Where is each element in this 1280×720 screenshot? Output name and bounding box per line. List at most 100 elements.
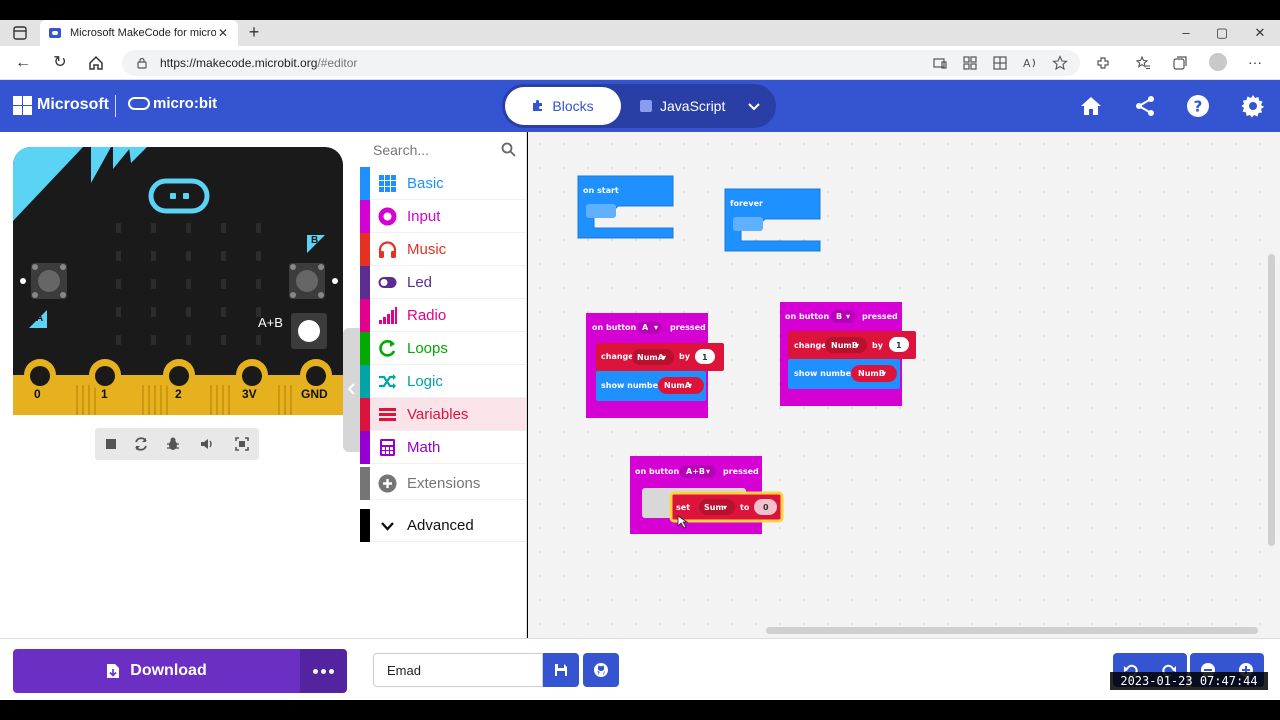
category-color-bar: [360, 430, 370, 464]
category-color-bar: [360, 298, 370, 332]
new-tab-button[interactable]: +: [244, 23, 264, 43]
toolbox-category-radio[interactable]: Radio: [360, 298, 526, 332]
btn-ab-var-dropdown[interactable]: Sum: [704, 503, 724, 512]
back-icon[interactable]: ←: [12, 53, 34, 73]
calculator-icon: [380, 438, 395, 456]
toolbox-category-logic[interactable]: Logic: [360, 364, 526, 398]
profile-avatar[interactable]: [1209, 53, 1227, 71]
btn-b-var-dropdown[interactable]: NumB: [831, 341, 858, 350]
btn-a-var-dropdown[interactable]: NumA: [637, 353, 665, 362]
download-button[interactable]: Download: [13, 649, 300, 693]
svg-text:A: A: [1023, 57, 1031, 70]
collapse-simulator-button[interactable]: [343, 328, 360, 452]
pin-3v-label: 3V: [242, 387, 257, 401]
sim-button-a[interactable]: [31, 397, 67, 433]
category-color-bar: [360, 397, 370, 431]
more-menu-icon[interactable]: ···: [1248, 55, 1264, 71]
on-button-ab-block[interactable]: on button A+B ▾ pressed set Sum ▾ to 0: [630, 456, 784, 534]
on-button-a-block[interactable]: on button A ▾ pressed change NumA ▾ by 1…: [586, 313, 724, 418]
home-icon[interactable]: [1079, 94, 1103, 118]
apps-icon[interactable]: [962, 55, 978, 71]
toolbox-category-music[interactable]: Music: [360, 232, 526, 266]
pin-1-label: 1: [101, 387, 108, 401]
collections-icon[interactable]: [1172, 55, 1188, 71]
category-label: Radio: [407, 306, 447, 324]
svg-text:▾: ▾: [654, 323, 658, 332]
toolbox-category-basic[interactable]: Basic: [360, 166, 526, 200]
refresh-icon[interactable]: ↻: [49, 53, 71, 73]
button-a-label: A: [36, 313, 44, 324]
lock-icon: [137, 57, 147, 69]
loop-icon: [379, 339, 396, 357]
btn-a-pressed: pressed: [670, 323, 706, 332]
blocks-tab[interactable]: Blocks: [505, 87, 621, 125]
puzzle-icon: [533, 100, 543, 111]
toolbox-category-loops[interactable]: Loops: [360, 331, 526, 365]
project-name-input[interactable]: Emad: [373, 653, 543, 687]
read-aloud-icon[interactable]: A: [1022, 55, 1038, 71]
btn-a-change: change: [601, 352, 634, 361]
toolbox-category-math[interactable]: Math: [360, 430, 526, 464]
blocks-workspace[interactable]: on start forever on button A ▾ pressed c…: [528, 132, 1280, 638]
forever-block[interactable]: forever: [724, 188, 821, 252]
browser-tab[interactable]: Microsoft MakeCode for micro:bit ✕: [40, 20, 238, 46]
chevron-down-icon[interactable]: [746, 98, 762, 114]
vertical-scrollbar[interactable]: [1268, 254, 1275, 546]
btn-b-show-var[interactable]: NumB: [858, 369, 885, 378]
tab-close-icon[interactable]: ✕: [216, 26, 230, 40]
svg-text:?: ?: [1194, 98, 1203, 116]
javascript-tab[interactable]: JavaScript: [640, 87, 740, 125]
close-window-button[interactable]: ✕: [1250, 24, 1270, 42]
sound-icon[interactable]: [199, 436, 215, 452]
share-icon[interactable]: [1133, 94, 1157, 118]
editor-footer: Download Emad: [0, 638, 1280, 700]
btn-b-value[interactable]: 1: [896, 341, 902, 350]
debug-icon[interactable]: [165, 436, 181, 452]
btn-a-by: by: [679, 352, 691, 361]
search-icon[interactable]: [501, 142, 516, 157]
sim-button-b[interactable]: [289, 397, 325, 433]
github-button[interactable]: [583, 653, 619, 687]
save-button[interactable]: [543, 653, 579, 687]
btn-a-value[interactable]: 1: [702, 353, 708, 362]
sim-button-ab[interactable]: [291, 447, 327, 483]
toolbox-category-input[interactable]: Input: [360, 199, 526, 233]
maximize-button[interactable]: ▢: [1212, 24, 1232, 42]
home-browser-icon[interactable]: [86, 53, 106, 73]
app-available-icon[interactable]: [932, 55, 948, 71]
chevron-left-icon: [347, 383, 355, 395]
editor-toggle: Blocks JavaScript: [502, 84, 776, 128]
toolbox-category-led[interactable]: Led: [360, 265, 526, 299]
on-start-block[interactable]: on start: [577, 175, 674, 239]
restart-icon[interactable]: [133, 436, 149, 452]
extensions-grid-icon[interactable]: [992, 55, 1008, 71]
browser-extensions-icon[interactable]: [1095, 55, 1111, 71]
help-icon[interactable]: ?: [1186, 94, 1210, 118]
tab-actions-icon[interactable]: [10, 24, 30, 42]
grid-icon: [379, 174, 396, 192]
btn-b-pressed: pressed: [862, 312, 898, 321]
stop-icon[interactable]: [103, 436, 119, 452]
category-label: Basic: [407, 174, 444, 192]
svg-text:▾: ▾: [723, 503, 727, 512]
btn-ab-value[interactable]: 0: [763, 503, 769, 512]
toolbox-category-advanced[interactable]: Advanced: [360, 508, 526, 542]
on-button-b-block[interactable]: on button B ▾ pressed change NumB ▾ by 1…: [780, 302, 916, 406]
horizontal-scrollbar[interactable]: [766, 627, 1258, 634]
category-color-bar: [360, 232, 370, 266]
microbit-logo[interactable]: micro:bit: [128, 95, 217, 112]
fullscreen-icon[interactable]: [234, 436, 250, 452]
category-color-bar: [360, 199, 370, 233]
toolbox-category-variables[interactable]: Variables: [360, 397, 526, 431]
variables-list-icon: [379, 407, 396, 421]
minimize-button[interactable]: –: [1176, 24, 1196, 42]
toolbox-category-extensions[interactable]: Extensions: [360, 466, 526, 500]
favorites-icon[interactable]: [1135, 55, 1151, 71]
download-more-button[interactable]: [300, 649, 347, 693]
favorite-star-icon[interactable]: [1052, 55, 1068, 71]
settings-icon[interactable]: [1241, 94, 1265, 118]
category-label: Variables: [407, 405, 469, 423]
btn-ab-dropdown[interactable]: A+B: [686, 467, 705, 476]
btn-a-dropdown[interactable]: A: [642, 323, 649, 332]
btn-b-dropdown[interactable]: B: [836, 312, 842, 321]
